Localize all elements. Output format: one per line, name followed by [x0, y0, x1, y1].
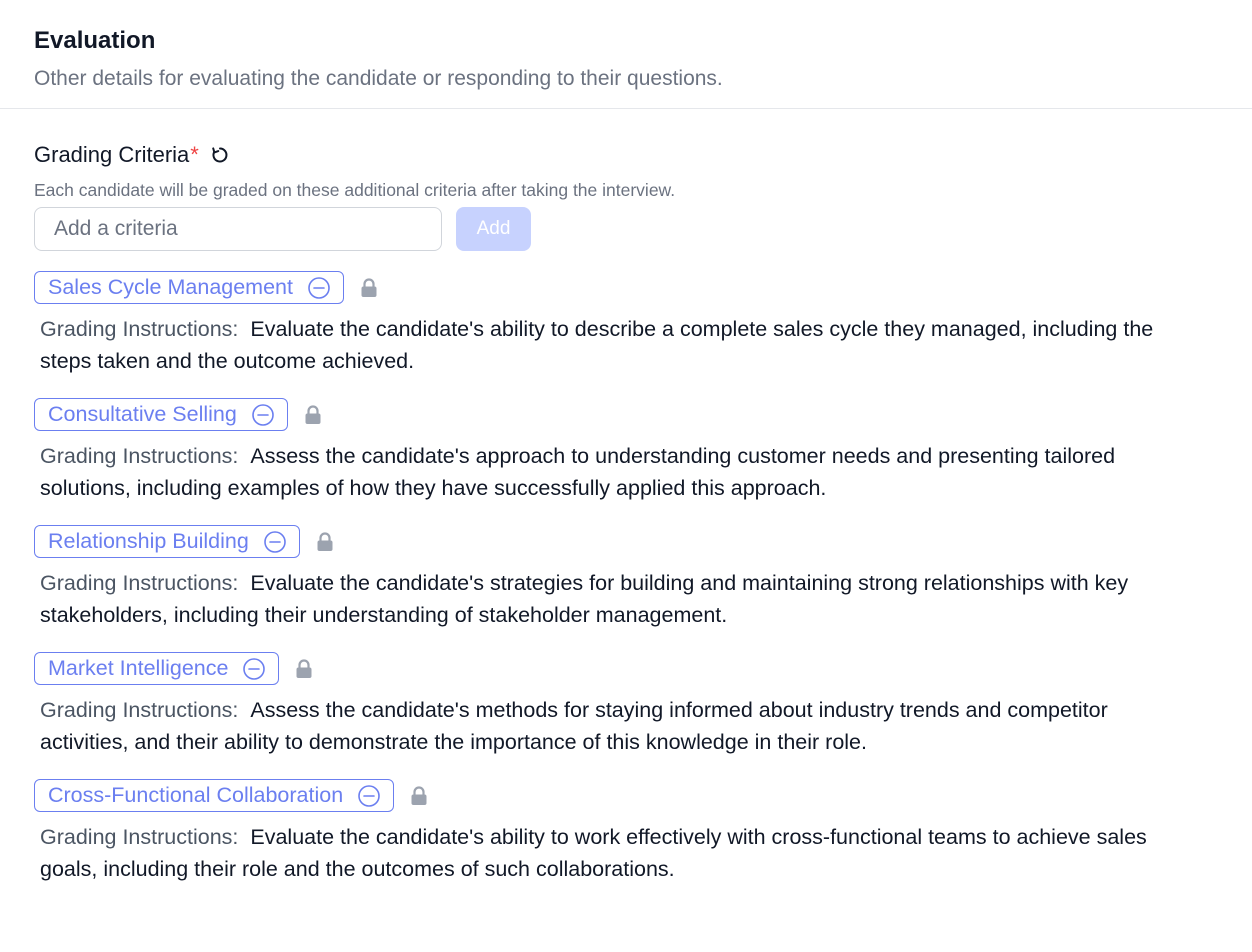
- criteria-chip-row: Consultative Selling: [34, 398, 1218, 431]
- grading-criteria-help: Each candidate will be graded on these a…: [34, 180, 676, 200]
- refresh-icon[interactable]: [209, 144, 231, 166]
- grading-instructions: Grading Instructions: Assess the candidat…: [34, 440, 1218, 504]
- grading-instructions-label: Grading Instructions:: [40, 444, 239, 468]
- minus-circle-icon[interactable]: [357, 784, 381, 808]
- criteria-item: Market Intelligence Grading Instructions…: [34, 652, 1218, 758]
- criteria-item: Sales Cycle Management Grading Instructi…: [34, 271, 1218, 377]
- criteria-chip-row: Cross-Functional Collaboration: [34, 779, 1218, 812]
- lock-icon: [360, 277, 378, 298]
- grading-instructions-label: Grading Instructions:: [40, 317, 239, 341]
- criteria-item: Relationship Building Grading Instructio…: [34, 525, 1218, 631]
- grading-instructions-label: Grading Instructions:: [40, 571, 239, 595]
- criteria-chip: Consultative Selling: [34, 398, 288, 431]
- criteria-chip: Cross-Functional Collaboration: [34, 779, 395, 812]
- grading-instructions-label: Grading Instructions:: [40, 698, 239, 722]
- evaluation-page: Evaluation Other details for evaluating …: [0, 0, 1252, 952]
- section-description: Other details for evaluating the candida…: [34, 67, 723, 90]
- criteria-item: Cross-Functional Collaboration Grading I…: [34, 779, 1218, 885]
- criteria-chip: Relationship Building: [34, 525, 300, 558]
- lock-icon: [295, 658, 313, 679]
- minus-circle-icon[interactable]: [307, 276, 331, 300]
- minus-circle-icon[interactable]: [263, 530, 287, 554]
- criteria-chip: Sales Cycle Management: [34, 271, 344, 304]
- criteria-name: Market Intelligence: [48, 656, 229, 680]
- minus-circle-icon[interactable]: [242, 657, 266, 681]
- criteria-name: Consultative Selling: [48, 402, 237, 426]
- criteria-chip-row: Relationship Building: [34, 525, 1218, 558]
- section-header: Evaluation Other details for evaluating …: [0, 0, 1252, 108]
- criteria-name: Cross-Functional Collaboration: [48, 783, 344, 807]
- grading-instructions: Grading Instructions: Evaluate the candid…: [34, 821, 1218, 885]
- lock-icon: [304, 404, 322, 425]
- criteria-input[interactable]: [34, 207, 442, 251]
- criteria-item: Consultative Selling Grading Instruction…: [34, 398, 1218, 504]
- criteria-name: Relationship Building: [48, 529, 249, 553]
- criteria-name: Sales Cycle Management: [48, 275, 293, 299]
- grading-criteria-block: Grading Criteria * Each candidate will b…: [0, 109, 1252, 885]
- grading-instructions-label: Grading Instructions:: [40, 825, 239, 849]
- add-criteria-button[interactable]: Add: [456, 207, 531, 251]
- add-criteria-row: Add: [34, 207, 1218, 251]
- criteria-list: Sales Cycle Management Grading Instructi…: [34, 271, 1218, 885]
- criteria-chip: Market Intelligence: [34, 652, 280, 685]
- grading-instructions: Grading Instructions: Assess the candidat…: [34, 694, 1218, 758]
- section-title: Evaluation: [34, 27, 156, 54]
- grading-instructions: Grading Instructions: Evaluate the candid…: [34, 313, 1218, 377]
- lock-icon: [410, 785, 428, 806]
- grading-criteria-label: Grading Criteria: [34, 142, 190, 167]
- required-marker: *: [190, 142, 199, 167]
- criteria-chip-row: Sales Cycle Management: [34, 271, 1218, 304]
- minus-circle-icon[interactable]: [251, 403, 275, 427]
- lock-icon: [316, 531, 334, 552]
- grading-instructions: Grading Instructions: Evaluate the candid…: [34, 567, 1218, 631]
- criteria-chip-row: Market Intelligence: [34, 652, 1218, 685]
- grading-criteria-label-row: Grading Criteria *: [34, 141, 1218, 169]
